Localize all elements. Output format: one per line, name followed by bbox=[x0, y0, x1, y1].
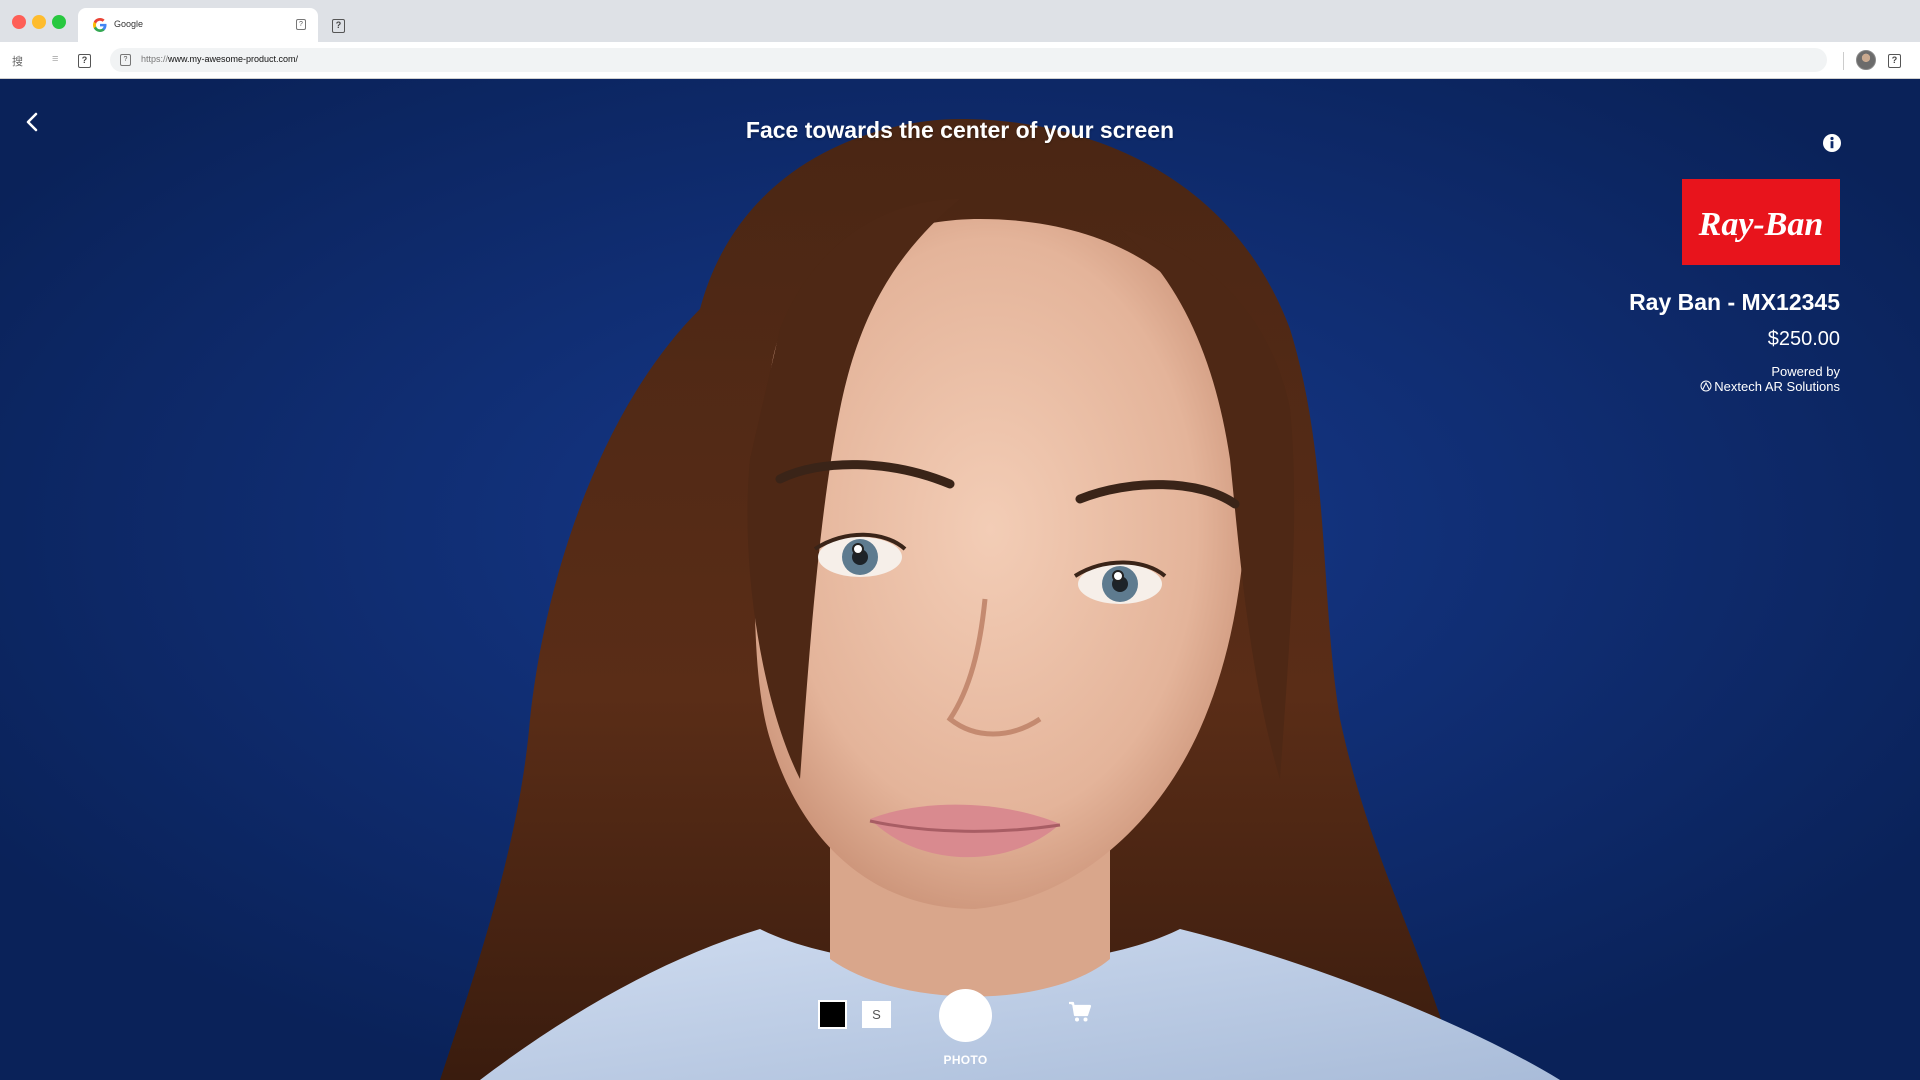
powered-by-company-name: Nextech AR Solutions bbox=[1714, 379, 1840, 394]
product-name: Ray Ban - MX12345 bbox=[1629, 289, 1840, 315]
ray-ban-logo: Ray-Ban bbox=[1682, 179, 1840, 265]
photo-label: PHOTO bbox=[943, 1053, 988, 1067]
minimize-window-button[interactable] bbox=[32, 15, 46, 29]
product-price: $250.00 bbox=[1767, 328, 1840, 350]
site-info-icon[interactable]: ? bbox=[120, 54, 131, 66]
toolbar-divider bbox=[1843, 52, 1844, 70]
face-instruction: Face towards the center of your screen bbox=[745, 117, 1175, 143]
ray-ban-logo-text: Ray-Ban bbox=[1698, 206, 1824, 243]
powered-by-label: Powered by bbox=[1771, 364, 1840, 379]
google-g-icon bbox=[93, 18, 107, 32]
profile-avatar[interactable] bbox=[1856, 50, 1876, 70]
menu-icon[interactable]: ? bbox=[1888, 54, 1901, 68]
browser-toolbar: 搜 ≡ ? ? https://www.my-awesome-product.c… bbox=[0, 42, 1920, 79]
color-swatch-black[interactable] bbox=[818, 1000, 847, 1029]
close-window-button[interactable] bbox=[12, 15, 26, 29]
face-camera-feed bbox=[0, 79, 1920, 1080]
reader-icon[interactable]: ≡ bbox=[52, 53, 58, 65]
ray-ban-wordmark: Ray-Ban bbox=[1698, 206, 1824, 243]
info-icon[interactable] bbox=[1822, 133, 1842, 153]
url-text[interactable]: https://www.my-awesome-product.com/ bbox=[141, 54, 298, 64]
cart-icon[interactable] bbox=[1068, 1001, 1092, 1023]
new-tab-icon[interactable]: ? bbox=[332, 19, 345, 33]
address-bar[interactable]: ? https://www.my-awesome-product.com/ bbox=[110, 48, 1827, 72]
extension-icon[interactable]: 搜 bbox=[12, 53, 23, 69]
nextech-logo-icon bbox=[1700, 380, 1712, 392]
shutter-button[interactable] bbox=[939, 989, 992, 1042]
url-scheme: https:// bbox=[141, 54, 169, 64]
zoom-window-button[interactable] bbox=[52, 15, 66, 29]
ar-camera-view: Face towards the center of your screen R… bbox=[0, 79, 1920, 1080]
tab-title: Google bbox=[114, 19, 144, 29]
browser-tab[interactable]: Google ? bbox=[78, 8, 318, 42]
tab-close-icon[interactable]: ? bbox=[296, 19, 306, 30]
toolbar-placeholder-icon[interactable]: ? bbox=[78, 54, 91, 68]
browser-titlebar: Google ? ? bbox=[0, 0, 1920, 42]
powered-by-company[interactable]: Nextech AR Solutions bbox=[1700, 379, 1840, 394]
url-host: www.my-awesome-product.com/ bbox=[168, 54, 299, 64]
size-option[interactable]: S bbox=[862, 1001, 891, 1028]
